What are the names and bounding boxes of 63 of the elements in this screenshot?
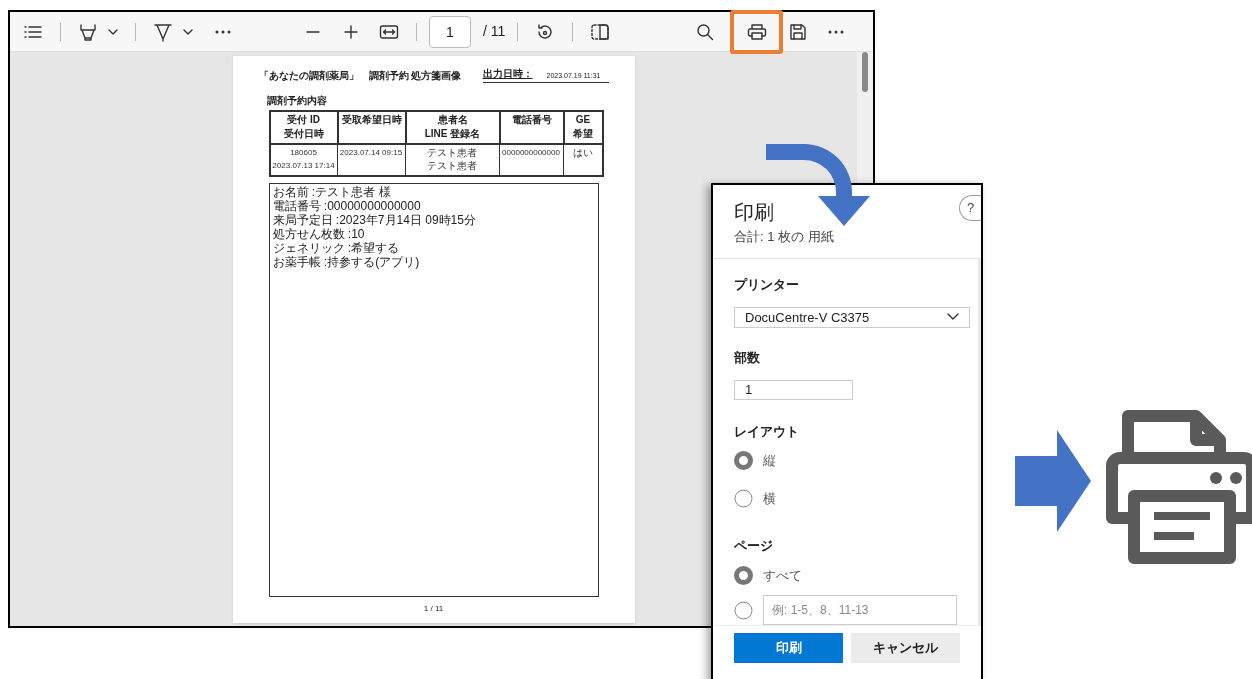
field-label: ページ	[734, 537, 774, 555]
search-icon[interactable]	[696, 22, 714, 41]
column-header: 患者名	[437, 113, 468, 127]
detail-line: 処方せん枚数 :10	[272, 227, 366, 241]
field-label: レイアウト	[734, 422, 800, 441]
table-cell: 0000000000000	[502, 147, 560, 158]
table-cell: テスト患者	[427, 160, 477, 171]
printer-name: DocuCentre-V C3375	[745, 308, 870, 327]
field-label: 部数	[734, 349, 761, 367]
column-header: 受取希望日時	[341, 113, 402, 127]
detail-line: お名前 :テスト患者 様	[272, 185, 392, 199]
zoom-out-icon[interactable]	[306, 30, 320, 33]
detail-line: お薬手帳 :持参する(アプリ)	[272, 255, 421, 269]
radio-button[interactable]	[734, 565, 753, 585]
cancel-button[interactable]: キャンセル	[851, 632, 960, 663]
highlighter-icon[interactable]	[78, 21, 98, 42]
copies-field[interactable]: 1	[734, 379, 853, 400]
more-icon[interactable]	[828, 29, 844, 34]
detail-line: 電話番号 :00000000000000	[272, 199, 422, 213]
section-title: 調剤予約内容	[266, 94, 328, 108]
table-cell: 2023.07.14 09:15	[339, 147, 403, 158]
radio-label: 横	[763, 489, 776, 508]
column-header: 受付 ID	[287, 113, 320, 127]
radio-button[interactable]	[734, 600, 753, 620]
two-page-icon[interactable]	[590, 22, 611, 41]
detail-line: ジェネリック :希望する	[272, 241, 401, 255]
printer-icon	[746, 22, 767, 41]
pen-icon[interactable]	[153, 21, 173, 42]
chevron-down-icon	[947, 313, 959, 322]
radio-button[interactable]	[734, 451, 753, 471]
page-number-field[interactable]: 1	[429, 15, 471, 48]
column-header: 受付日時	[283, 127, 324, 141]
page-range-field[interactable]: 例: 1-5、8、11-13	[763, 595, 957, 625]
zoom-in-icon[interactable]	[344, 24, 358, 39]
table-cell: 180605	[290, 147, 317, 158]
help-button[interactable]: ?	[959, 195, 981, 221]
dialog-subtitle: 合計: 1 枚の 用紙	[734, 228, 835, 246]
document-title: 「あなたの調剤薬局」 調剤予約 処方箋画像	[258, 69, 462, 83]
fit-width-icon[interactable]	[379, 23, 399, 40]
column-header: 電話番号	[511, 113, 552, 127]
table-cell: テスト患者	[427, 147, 477, 158]
printer-dropdown[interactable]: DocuCentre-V C3375	[734, 306, 970, 328]
radio-label: 縦	[763, 452, 776, 470]
output-date-label: 出力日時：	[482, 67, 533, 81]
dialog-title: 印刷	[734, 200, 775, 225]
page-total: / 11	[483, 22, 506, 41]
radio-label: すべて	[763, 566, 802, 585]
detail-line: 来局予定日 :2023年7月14日 09時15分	[272, 213, 477, 227]
field-label: プリンター	[734, 276, 800, 294]
column-header: GE	[575, 113, 591, 127]
column-header: LINE 登録名	[424, 127, 481, 141]
print-button[interactable]: 印刷	[734, 632, 843, 663]
chevron-down-icon[interactable]	[182, 27, 194, 36]
save-icon[interactable]	[789, 22, 807, 41]
chevron-down-icon[interactable]	[107, 27, 119, 36]
print-button[interactable]	[730, 9, 783, 54]
page-footer: 1 / 11	[258, 603, 609, 615]
more-icon[interactable]	[215, 29, 231, 34]
column-header: 希望	[573, 127, 593, 141]
radio-button[interactable]	[734, 488, 753, 508]
table-cell: はい	[572, 147, 593, 158]
table-cell: 2023.07.13 17:14	[272, 160, 335, 171]
list-icon[interactable]	[23, 23, 43, 40]
